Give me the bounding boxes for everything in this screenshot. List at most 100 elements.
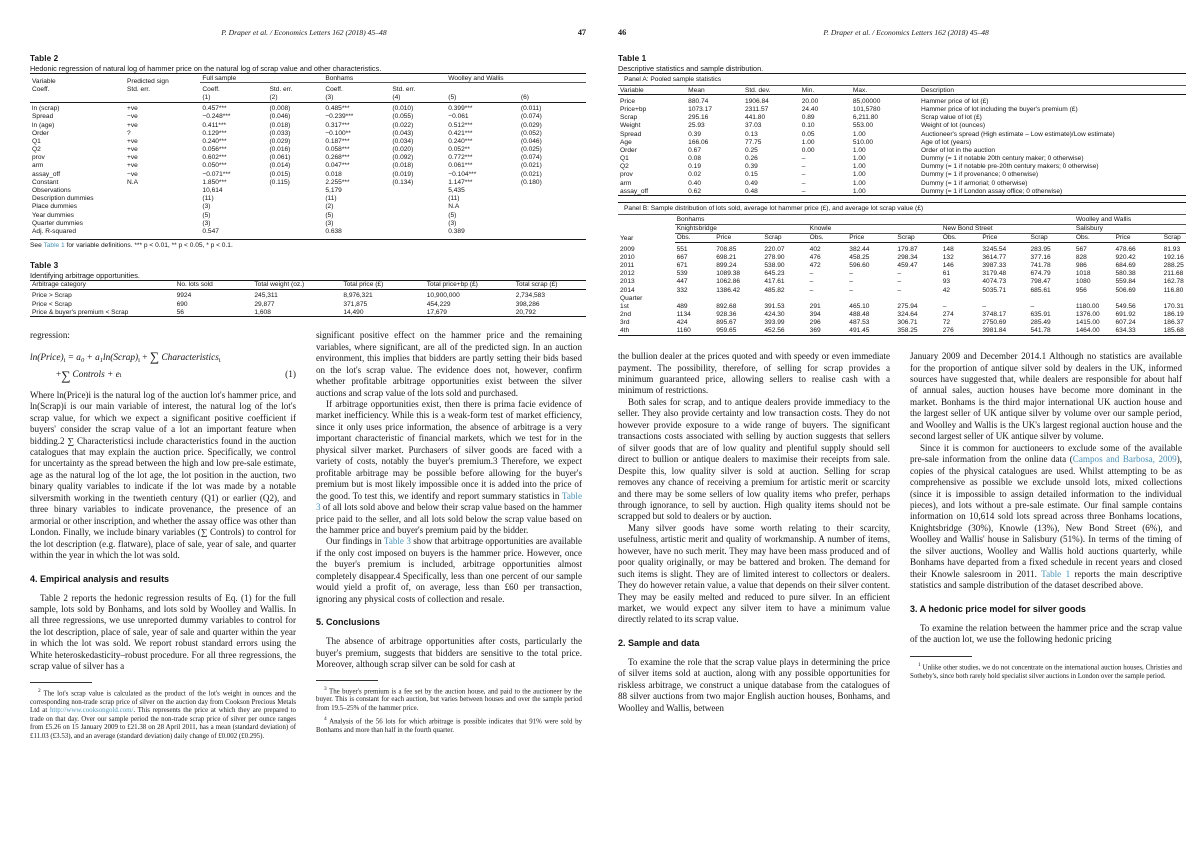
paragraph-arbitrage-b: of all lots sold above and below their s…	[316, 502, 582, 536]
panel-b-cell-k-0: 671	[676, 261, 688, 269]
panel-a-header-row: Variable Mean Std. dev. Min. Max. Descri…	[618, 84, 1186, 96]
table-2-cell-variable: Adj. R-squared	[32, 227, 76, 235]
table-2-cell-c2	[267, 203, 323, 211]
table-row: 2012 539 1089.38 645.23 – – – 61 3179.48 674.79 10…	[618, 270, 1186, 278]
table-2-cell-c2	[267, 211, 323, 219]
table-2-cell-c4	[390, 195, 446, 203]
panel-a-cell-sd: 0.49	[744, 179, 758, 187]
panel-b-house-row: Year Bonhams Woolley and Wallis	[618, 214, 1186, 243]
table-row: Spread 0.39 0.13 0.05 1.00 Auctioneer's sprea…	[618, 130, 1186, 138]
table-2-cell-variable: prov	[32, 154, 45, 162]
footnote-2-marker: 2	[38, 687, 41, 694]
table-2-cell-c2: (0.046)	[269, 113, 291, 121]
panel-a-cell-variable: Price	[620, 97, 636, 105]
panel-b-cell-nb-1: 3981.84	[982, 327, 1007, 335]
panel-a-cell-desc: Auctioneer's spread (High estimate – Low…	[921, 130, 1115, 138]
panel-b-cell-sa-0: 1018	[1075, 270, 1091, 278]
table-2-cell-c6	[519, 203, 586, 211]
panel-b-header-year: Year	[618, 214, 675, 243]
panel-a-cell-mean: 166.06	[688, 138, 709, 146]
table-2-colnum-4: (4)	[390, 93, 447, 103]
table-row: Order 0.67 0.25 0.00 1.00 Order of lot in the…	[618, 146, 1186, 154]
paragraph-significant-positive: significant positive effect on the hamme…	[316, 330, 582, 398]
cooksongold-link[interactable]: http://www.cooksongold.com/	[50, 707, 133, 714]
table-2-cell-c1: 0.050***	[202, 162, 227, 170]
table-2-cell-c1: 0.457***	[202, 105, 227, 113]
table-2-cell-variable: Q2	[32, 146, 41, 154]
heading-sample-and-data: 2. Sample and data	[618, 637, 700, 648]
panel-b-cell-nb-2: 283.95	[1030, 245, 1051, 253]
panel-b-bottom-rule	[618, 335, 1186, 337]
table-2-cell-c2	[267, 219, 323, 227]
panel-b-cell-label: 2014	[620, 286, 635, 294]
table-2-cell-sign: N.A	[126, 178, 138, 186]
footnote-1: 1 Unlike other studies, we do not concen…	[910, 661, 1182, 681]
panel-b-header-woolley-wallis: Woolley and Wallis	[1073, 214, 1186, 225]
paragraph-examine-role: To examine the role that the scrap value…	[618, 656, 890, 713]
footnote-3-marker: 3	[324, 685, 327, 692]
panel-b-cell-k-0: 424	[676, 319, 688, 327]
panel-b-cell-nb-1: –	[982, 302, 987, 310]
panel-a-cell-mean: 0.67	[688, 146, 701, 154]
panel-a-cell-desc: Order of lot in the auction	[921, 146, 996, 154]
table-2-cell-c3: 2.255***	[325, 178, 350, 186]
table-1-crossref-link[interactable]: Table 1	[43, 242, 64, 249]
panel-b-cell-kn-1: 458.25	[849, 253, 870, 261]
panel-b-cell-nb-2: –	[1030, 302, 1035, 310]
table-row: ln (scrap) +ve 0.457*** (0.008) 0.485*** (0.0…	[30, 105, 586, 113]
table-2-colnum-2: (2)	[267, 93, 324, 103]
table-row: Q1 +ve 0.240*** (0.029) 0.187*** (0.034) 0.240…	[30, 137, 586, 145]
table-2-cell-c4: (0.055)	[392, 113, 414, 121]
panel-a-cell-variable: Q2	[620, 163, 629, 171]
table-2-cell-c2: (0.115)	[269, 178, 290, 186]
paragraph-conclusions: The absence of arbitrage opportunities a…	[316, 636, 582, 670]
table-2-cell-sign: +ve	[126, 146, 138, 154]
footnote-rule-3	[910, 656, 972, 658]
table-1-panel-a: Panel A: Pooled sample statistics Variab…	[618, 73, 1186, 195]
panel-b-cell-k-0: 332	[676, 286, 688, 294]
table-3-header-price-bp: Total price+bp (£)	[424, 279, 514, 290]
table-2-cell-sign	[125, 195, 200, 203]
panel-b-cell-sa-2: 116.80	[1163, 286, 1184, 294]
panel-b-cell-k-2: 391.53	[764, 302, 785, 310]
table-2-cell-c3: 0.018	[325, 170, 342, 178]
panel-b-subheader-obs-0: Obs.	[674, 233, 715, 244]
panel-a-cell-mean: 25.93	[688, 122, 705, 130]
table-2-cell-sign: +ve	[126, 162, 138, 170]
table-2-cell-c5: −0.104***	[448, 170, 477, 178]
panel-b-cell-nb-0: 93	[942, 278, 951, 286]
panel-a-cell-variable: assay_off	[620, 187, 649, 195]
table-2-cell-c5: 0.061***	[448, 162, 473, 170]
panel-a-cell-mean: 0.62	[688, 187, 701, 195]
panel-a-cell-desc: Weight of lot (ounces)	[921, 122, 986, 130]
journal-citation: P. Draper et al. / Economics Letters 162…	[823, 28, 989, 37]
table-row: 2009 551 708.85 220.07 402 382.44 179.87 148 324…	[618, 245, 1186, 253]
panel-a-cell-variable: Q1	[620, 155, 629, 163]
table-3-crossref-link-2[interactable]: Table 3	[384, 536, 411, 546]
table-row: Observations 10,614 5,179 5,435	[30, 186, 586, 194]
footnote-3-text: The buyer's premium is a fee set by the …	[316, 687, 582, 713]
panel-a-cell-desc: Dummy (= 1 if notable pre-20th century m…	[921, 163, 1099, 171]
footnote-rule-2	[316, 679, 378, 681]
panel-b-cell-kn-1: 487.53	[849, 319, 870, 327]
heading-empirical-analysis: 4. Empirical analysis and results	[30, 573, 170, 584]
panel-b-cell-kn-0: –	[809, 270, 814, 278]
panel-b-cell-nb-2: 798.47	[1030, 278, 1051, 286]
paragraph-findings: Our findings in Table 3 show that arbitr…	[316, 536, 582, 605]
panel-a-cell-desc: Dummy (= 1 if provenance; 0 otherwise)	[921, 171, 1039, 179]
campos-barbosa-citation-link[interactable]: Campos and Barbosa, 2009	[1073, 454, 1177, 464]
regression-lead-in: regression:	[30, 330, 70, 341]
panel-a-cell-mean: 0.02	[688, 171, 701, 179]
table-2-cell-c3: −0.239***	[325, 113, 354, 121]
panel-b-cell-k-2: 485.82	[764, 286, 785, 294]
table-2-cell-c3: (3)	[325, 219, 334, 227]
table-1-crossref-link-2[interactable]: Table 1	[1041, 569, 1070, 579]
paragraph-table2-results: Table 2 reports the hedonic regression r…	[30, 592, 296, 672]
table-2-colnum-5: (5)	[446, 93, 519, 103]
table-2-cell-c6	[519, 219, 586, 227]
panel-b-cell-sa-0: 1415.00	[1075, 319, 1100, 327]
table-2-header-woolley-wallis: Woolley and Wallis	[446, 72, 586, 84]
two-page-spread: P. Draper et al. / Economics Letters 162…	[0, 0, 1200, 862]
table-2-cell-c6	[519, 186, 586, 194]
panel-a-cell-variable: Weight	[620, 122, 641, 130]
